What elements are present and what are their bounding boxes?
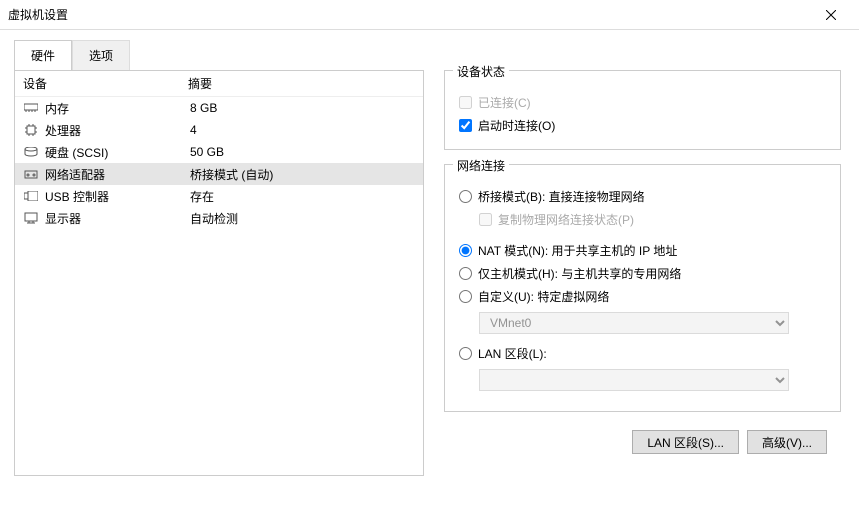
connected-checkbox: 已连接(C) — [459, 91, 826, 114]
group-title: 网络连接 — [453, 157, 509, 174]
custom-radio[interactable]: 自定义(U): 特定虚拟网络 — [459, 285, 826, 308]
device-name: USB 控制器 — [45, 188, 190, 205]
list-header: 设备 摘要 — [15, 71, 423, 97]
device-name: 处理器 — [45, 122, 190, 139]
radio-input[interactable] — [459, 347, 472, 360]
col-device: 设备 — [23, 75, 188, 92]
tab-bar: 硬件 选项 — [14, 40, 859, 70]
lan-segment-radio[interactable]: LAN 区段(L): — [459, 342, 826, 365]
close-icon — [826, 10, 836, 20]
group-title: 设备状态 — [453, 63, 509, 80]
device-name: 显示器 — [45, 210, 190, 227]
col-summary: 摘要 — [188, 75, 212, 92]
bridged-radio[interactable]: 桥接模式(B): 直接连接物理网络 — [459, 185, 826, 208]
network-connection-group: 网络连接 桥接模式(B): 直接连接物理网络 复制物理网络连接状态(P) NAT… — [444, 164, 841, 412]
content-area: 设备 摘要 内存 8 GB 处理器 4 硬盘 (SCSI) 50 GB 网络适配… — [0, 70, 859, 490]
titlebar: 虚拟机设置 — [0, 0, 859, 30]
checkbox-input — [479, 213, 492, 226]
detail-panel: 设备状态 已连接(C) 启动时连接(O) 网络连接 桥接模式(B): 直接连接物… — [440, 70, 845, 476]
display-icon — [23, 211, 39, 225]
device-summary: 50 GB — [190, 145, 224, 159]
device-panel: 设备 摘要 内存 8 GB 处理器 4 硬盘 (SCSI) 50 GB 网络适配… — [14, 70, 424, 476]
radio-input[interactable] — [459, 190, 472, 203]
device-name: 硬盘 (SCSI) — [45, 144, 190, 161]
device-name: 网络适配器 — [45, 166, 190, 183]
radio-input[interactable] — [459, 267, 472, 280]
vmnet-select: VMnet0 — [479, 312, 789, 334]
list-item[interactable]: 处理器 4 — [15, 119, 423, 141]
tab-options[interactable]: 选项 — [72, 40, 130, 70]
list-item[interactable]: 网络适配器 桥接模式 (自动) — [15, 163, 423, 185]
list-item[interactable]: 内存 8 GB — [15, 97, 423, 119]
radio-input[interactable] — [459, 290, 472, 303]
device-summary: 桥接模式 (自动) — [190, 166, 273, 183]
close-button[interactable] — [811, 0, 851, 30]
device-summary: 自动检测 — [190, 210, 238, 227]
device-name: 内存 — [45, 100, 190, 117]
lan-segments-button[interactable]: LAN 区段(S)... — [632, 430, 739, 454]
list-item[interactable]: USB 控制器 存在 — [15, 185, 423, 207]
device-summary: 8 GB — [190, 101, 217, 115]
device-status-group: 设备状态 已连接(C) 启动时连接(O) — [444, 70, 841, 150]
cpu-icon — [23, 123, 39, 137]
network-icon — [23, 167, 39, 181]
disk-icon — [23, 145, 39, 159]
connect-start-checkbox[interactable]: 启动时连接(O) — [459, 114, 826, 137]
memory-icon — [23, 101, 39, 115]
window-title: 虚拟机设置 — [8, 6, 811, 23]
list-item[interactable]: 显示器 自动检测 — [15, 207, 423, 229]
hostonly-radio[interactable]: 仅主机模式(H): 与主机共享的专用网络 — [459, 262, 826, 285]
button-row: LAN 区段(S)... 高级(V)... — [444, 426, 841, 454]
nat-radio[interactable]: NAT 模式(N): 用于共享主机的 IP 地址 — [459, 239, 826, 262]
radio-input[interactable] — [459, 244, 472, 257]
lan-segment-select — [479, 369, 789, 391]
replicate-checkbox: 复制物理网络连接状态(P) — [479, 208, 826, 231]
list-item[interactable]: 硬盘 (SCSI) 50 GB — [15, 141, 423, 163]
tab-hardware[interactable]: 硬件 — [14, 40, 72, 70]
device-list: 内存 8 GB 处理器 4 硬盘 (SCSI) 50 GB 网络适配器 桥接模式… — [15, 97, 423, 475]
device-summary: 存在 — [190, 188, 214, 205]
device-summary: 4 — [190, 123, 197, 137]
usb-icon — [23, 189, 39, 203]
checkbox-input — [459, 96, 472, 109]
checkbox-input[interactable] — [459, 119, 472, 132]
advanced-button[interactable]: 高级(V)... — [747, 430, 827, 454]
